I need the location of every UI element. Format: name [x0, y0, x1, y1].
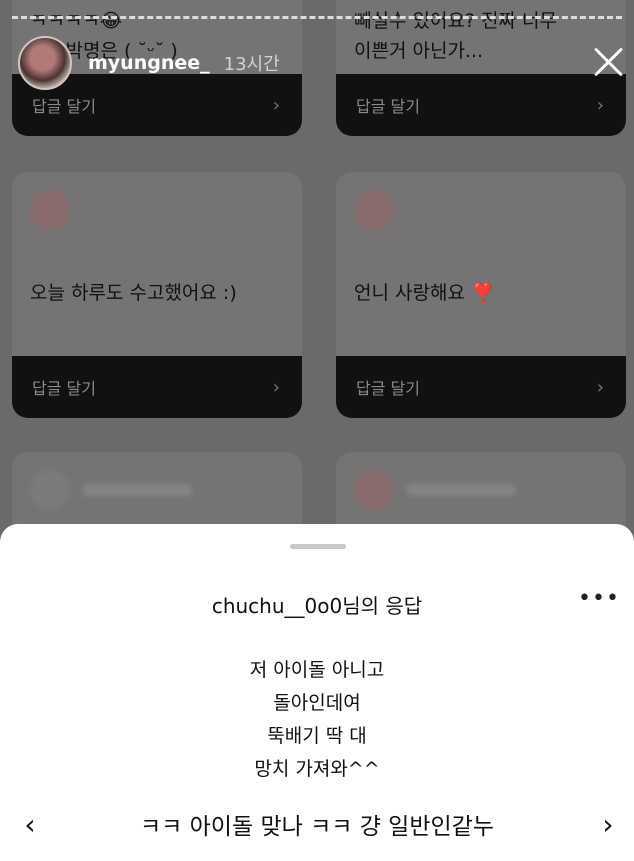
- sheet-title: chuchu__0o0님의 응답: [211, 594, 423, 618]
- caption-row: ‹ ㅋㅋ 아이돌 맞나 ㅋㅋ 걍 일반인같누 ›: [0, 804, 634, 844]
- reply-button[interactable]: 답글 달기 ›: [12, 356, 302, 418]
- story-header: myungnee_ 13시간: [18, 36, 280, 90]
- response-line: 뚝배기 딱 대: [267, 725, 367, 747]
- response-sheet: chuchu__0o0님의 응답 ••• 저 아이돌 아니고 돌아인데여 뚝배기…: [0, 524, 634, 861]
- story-caption: ㅋㅋ 아이돌 맞나 ㅋㅋ 걍 일반인같누: [140, 814, 494, 840]
- question-card[interactable]: 언니 사랑해요 ❣️ 답글 달기 ›: [336, 172, 626, 418]
- reply-label: 답글 달기: [356, 379, 420, 398]
- chevron-right-icon: ›: [596, 376, 604, 398]
- blurred-avatar: [354, 470, 394, 510]
- card-message-line: 이쁜거 아닌가...: [354, 40, 484, 62]
- reply-label: 답글 달기: [356, 97, 420, 116]
- reply-label: 답글 달기: [32, 379, 96, 398]
- card-message-line: ㅋㅋㅋㅋ😂: [30, 10, 123, 32]
- reply-label: 답글 달기: [32, 97, 96, 116]
- chevron-right-icon: ›: [272, 376, 280, 398]
- story-timestamp: 13시간: [223, 54, 280, 75]
- reply-button[interactable]: 답글 달기 ›: [336, 356, 626, 418]
- more-horizontal-icon[interactable]: •••: [578, 588, 619, 614]
- sheet-drag-handle[interactable]: [290, 544, 346, 549]
- response-line: 망치 가져와^^: [254, 758, 380, 780]
- reply-button[interactable]: 답글 달기 ›: [336, 74, 626, 136]
- card-message-line: 오늘 하루도 수고했어요 :): [30, 282, 237, 304]
- card-message-line: 빼실수 있어요? 진짜 너무: [354, 10, 558, 32]
- blurred-avatar: [354, 190, 394, 230]
- blurred-username: [82, 484, 192, 496]
- blurred-avatar: [30, 190, 70, 230]
- chevron-right-icon: ›: [272, 94, 280, 116]
- chevron-left-icon[interactable]: ‹: [10, 804, 50, 844]
- chevron-right-icon[interactable]: ›: [588, 804, 628, 844]
- chevron-right-icon: ›: [596, 94, 604, 116]
- close-icon[interactable]: [588, 42, 628, 82]
- story-username[interactable]: myungnee_: [88, 52, 210, 74]
- card-message-line: 언니 사랑해요 ❣️: [354, 282, 495, 304]
- question-card[interactable]: 빼실수 있어요? 진짜 너무 이쁜거 아닌가... 답글 달기 ›: [336, 0, 626, 136]
- response-line: 저 아이돌 아니고: [249, 659, 385, 681]
- response-line: 돌아인데여: [273, 692, 361, 714]
- response-text: 저 아이돌 아니고 돌아인데여 뚝배기 딱 대 망치 가져와^^: [0, 654, 634, 786]
- story-progress-bar: [12, 16, 622, 19]
- question-card[interactable]: 오늘 하루도 수고했어요 :) 답글 달기 ›: [12, 172, 302, 418]
- blurred-username: [406, 484, 516, 496]
- avatar[interactable]: [18, 36, 72, 90]
- blurred-avatar: [30, 470, 70, 510]
